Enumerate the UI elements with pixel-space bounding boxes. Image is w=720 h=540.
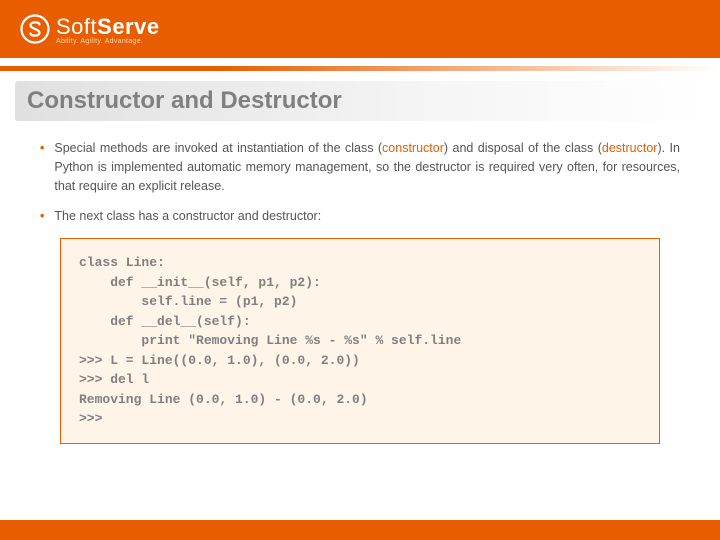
logo-serve: Serve: [97, 14, 159, 39]
title-bar: Constructor and Destructor: [15, 81, 705, 121]
logo-text: SoftServe Ability. Agility. Advantage.: [56, 14, 160, 45]
content-area: • Special methods are invoked at instant…: [0, 121, 720, 444]
bullet-marker: •: [40, 139, 44, 195]
bullet-item: • The next class has a constructor and d…: [40, 207, 680, 226]
keyword-destructor: destructor: [602, 141, 658, 155]
logo-soft: Soft: [56, 14, 97, 39]
bullet-text: The next class has a constructor and des…: [54, 207, 321, 226]
keyword-constructor: constructor: [382, 141, 444, 155]
logo: SoftServe Ability. Agility. Advantage.: [20, 14, 160, 45]
code-block: class Line: def __init__(self, p1, p2): …: [60, 238, 660, 444]
bullet-marker: •: [40, 207, 44, 226]
bullet-item: • Special methods are invoked at instant…: [40, 139, 680, 195]
bullet-text: Special methods are invoked at instantia…: [54, 139, 680, 195]
footer-bar: [0, 520, 720, 540]
logo-s-icon: [20, 14, 50, 44]
accent-stripe: [0, 66, 720, 71]
page-title: Constructor and Destructor: [27, 87, 693, 115]
header-bar: SoftServe Ability. Agility. Advantage.: [0, 0, 720, 58]
